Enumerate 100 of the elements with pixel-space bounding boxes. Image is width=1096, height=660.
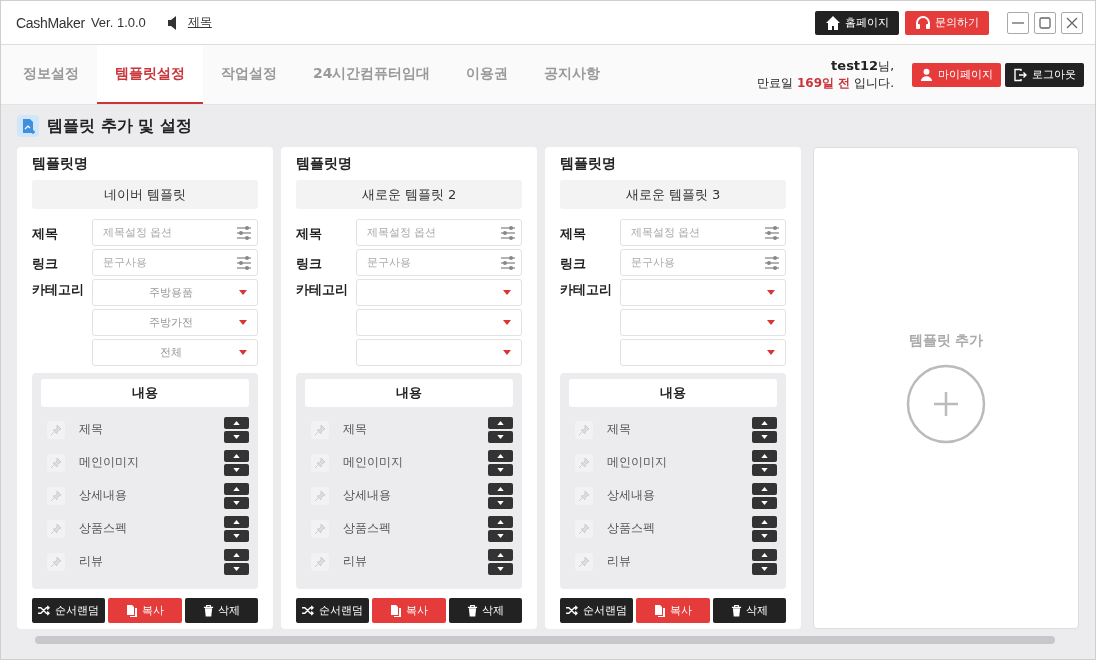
content-title: 내용	[569, 379, 777, 407]
pin-icon	[311, 420, 329, 439]
up-triangle-icon	[761, 486, 768, 491]
add-template-card[interactable]: 템플릿 추가	[813, 147, 1079, 629]
move-up-button[interactable]	[488, 482, 513, 495]
move-down-button[interactable]	[752, 562, 777, 575]
content-item: 메인이미지	[343, 454, 403, 471]
move-up-button[interactable]	[488, 548, 513, 561]
maximize-button[interactable]	[1034, 11, 1056, 34]
move-down-button[interactable]	[488, 529, 513, 542]
action-button[interactable]: 복사	[108, 598, 182, 623]
account-button[interactable]: 로그아웃	[1005, 62, 1084, 87]
expiry-suffix: 입니다.	[854, 74, 894, 92]
title-field[interactable]: 제목설정 옵션	[356, 219, 522, 246]
category-dropdown[interactable]: 주방가전	[92, 309, 258, 336]
move-up-button[interactable]	[224, 515, 249, 528]
link-field[interactable]: 문구사용	[92, 249, 258, 276]
down-triangle-icon	[497, 500, 504, 505]
action-button[interactable]: 순서랜덤	[560, 598, 634, 623]
move-up-button[interactable]	[752, 416, 777, 429]
user-name: test12	[831, 57, 879, 73]
move-up-button[interactable]	[752, 515, 777, 528]
down-triangle-icon	[497, 467, 504, 472]
move-up-button[interactable]	[488, 515, 513, 528]
up-triangle-icon	[761, 420, 768, 425]
close-button[interactable]	[1061, 11, 1083, 34]
move-down-button[interactable]	[488, 496, 513, 509]
template-name-field[interactable]: 새로운 템플릿 3	[560, 180, 786, 209]
title-field[interactable]: 제목설정 옵션	[620, 219, 786, 246]
content-item: 제목	[343, 421, 367, 438]
shuffle-icon	[566, 605, 580, 616]
template-name-field[interactable]: 네이버 템플릿	[32, 180, 258, 209]
move-down-button[interactable]	[752, 496, 777, 509]
move-down-button[interactable]	[224, 529, 249, 542]
template-name-field[interactable]: 새로운 템플릿 2	[296, 180, 522, 209]
account-button[interactable]: 마이페이지	[912, 62, 1001, 87]
trash-icon	[202, 604, 214, 617]
move-down-button[interactable]	[488, 430, 513, 443]
content-title: 내용	[305, 379, 513, 407]
action-button[interactable]: 삭제	[184, 598, 258, 623]
move-up-button[interactable]	[752, 482, 777, 495]
move-down-button[interactable]	[224, 430, 249, 443]
move-up-button[interactable]	[224, 548, 249, 561]
move-down-button[interactable]	[488, 463, 513, 476]
pin-icon	[575, 552, 593, 571]
move-down-button[interactable]	[752, 529, 777, 542]
dropdown-arrow-icon	[239, 320, 247, 325]
move-up-button[interactable]	[752, 449, 777, 462]
header-button[interactable]: 홈페이지	[815, 10, 899, 35]
move-down-button[interactable]	[488, 562, 513, 575]
down-triangle-icon	[761, 500, 768, 505]
shuffle-icon	[38, 605, 52, 616]
nav-tab[interactable]: 공지사항	[526, 45, 619, 104]
action-button[interactable]: 순서랜덤	[296, 598, 370, 623]
move-up-button[interactable]	[752, 548, 777, 561]
nav-tab[interactable]: 템플릿설정	[97, 45, 203, 104]
pin-icon	[47, 519, 65, 538]
dropdown-arrow-icon	[239, 350, 247, 355]
up-triangle-icon	[761, 519, 768, 524]
expiry-days: 169일 전	[796, 74, 851, 92]
link-field[interactable]: 문구사용	[356, 249, 522, 276]
move-down-button[interactable]	[752, 430, 777, 443]
move-up-button[interactable]	[224, 449, 249, 462]
move-up-button[interactable]	[488, 416, 513, 429]
header-button[interactable]: 문의하기	[905, 10, 989, 35]
trash-icon	[466, 604, 478, 617]
pin-icon	[47, 552, 65, 571]
title-field[interactable]: 제목설정 옵션	[92, 219, 258, 246]
move-up-button[interactable]	[224, 416, 249, 429]
sliders-icon	[500, 254, 516, 271]
action-button[interactable]: 삭제	[448, 598, 522, 623]
down-triangle-icon	[761, 533, 768, 538]
minimize-button[interactable]	[1007, 11, 1029, 34]
maximize-icon	[1038, 15, 1052, 30]
template-name-label: 템플릿명	[296, 155, 353, 173]
category-dropdown[interactable]: 전체	[92, 339, 258, 366]
content-item: 메인이미지	[607, 454, 667, 471]
nav-tab[interactable]: 정보설정	[5, 45, 97, 104]
up-triangle-icon	[761, 552, 768, 557]
scrollbar-thumb[interactable]	[35, 636, 1055, 644]
field-label: 링크	[32, 254, 59, 273]
nav-tab[interactable]: 24시간컴퓨터임대	[295, 45, 449, 104]
move-down-button[interactable]	[224, 562, 249, 575]
move-down-button[interactable]	[224, 496, 249, 509]
notice-link[interactable]: 제목	[187, 14, 212, 31]
content-item: 상품스펙	[607, 520, 655, 537]
action-button[interactable]: 복사	[636, 598, 710, 623]
content-item: 상품스펙	[79, 520, 127, 537]
move-up-button[interactable]	[488, 449, 513, 462]
action-button[interactable]: 순서랜덤	[32, 598, 106, 623]
move-up-button[interactable]	[224, 482, 249, 495]
action-button[interactable]: 복사	[372, 598, 446, 623]
move-down-button[interactable]	[752, 463, 777, 476]
link-field[interactable]: 문구사용	[620, 249, 786, 276]
shuffle-icon	[302, 605, 316, 616]
action-button[interactable]: 삭제	[712, 598, 786, 623]
nav-tab[interactable]: 작업설정	[203, 45, 295, 104]
nav-tab[interactable]: 이용권	[448, 45, 527, 104]
category-dropdown[interactable]: 주방용품	[92, 279, 258, 306]
move-down-button[interactable]	[224, 463, 249, 476]
